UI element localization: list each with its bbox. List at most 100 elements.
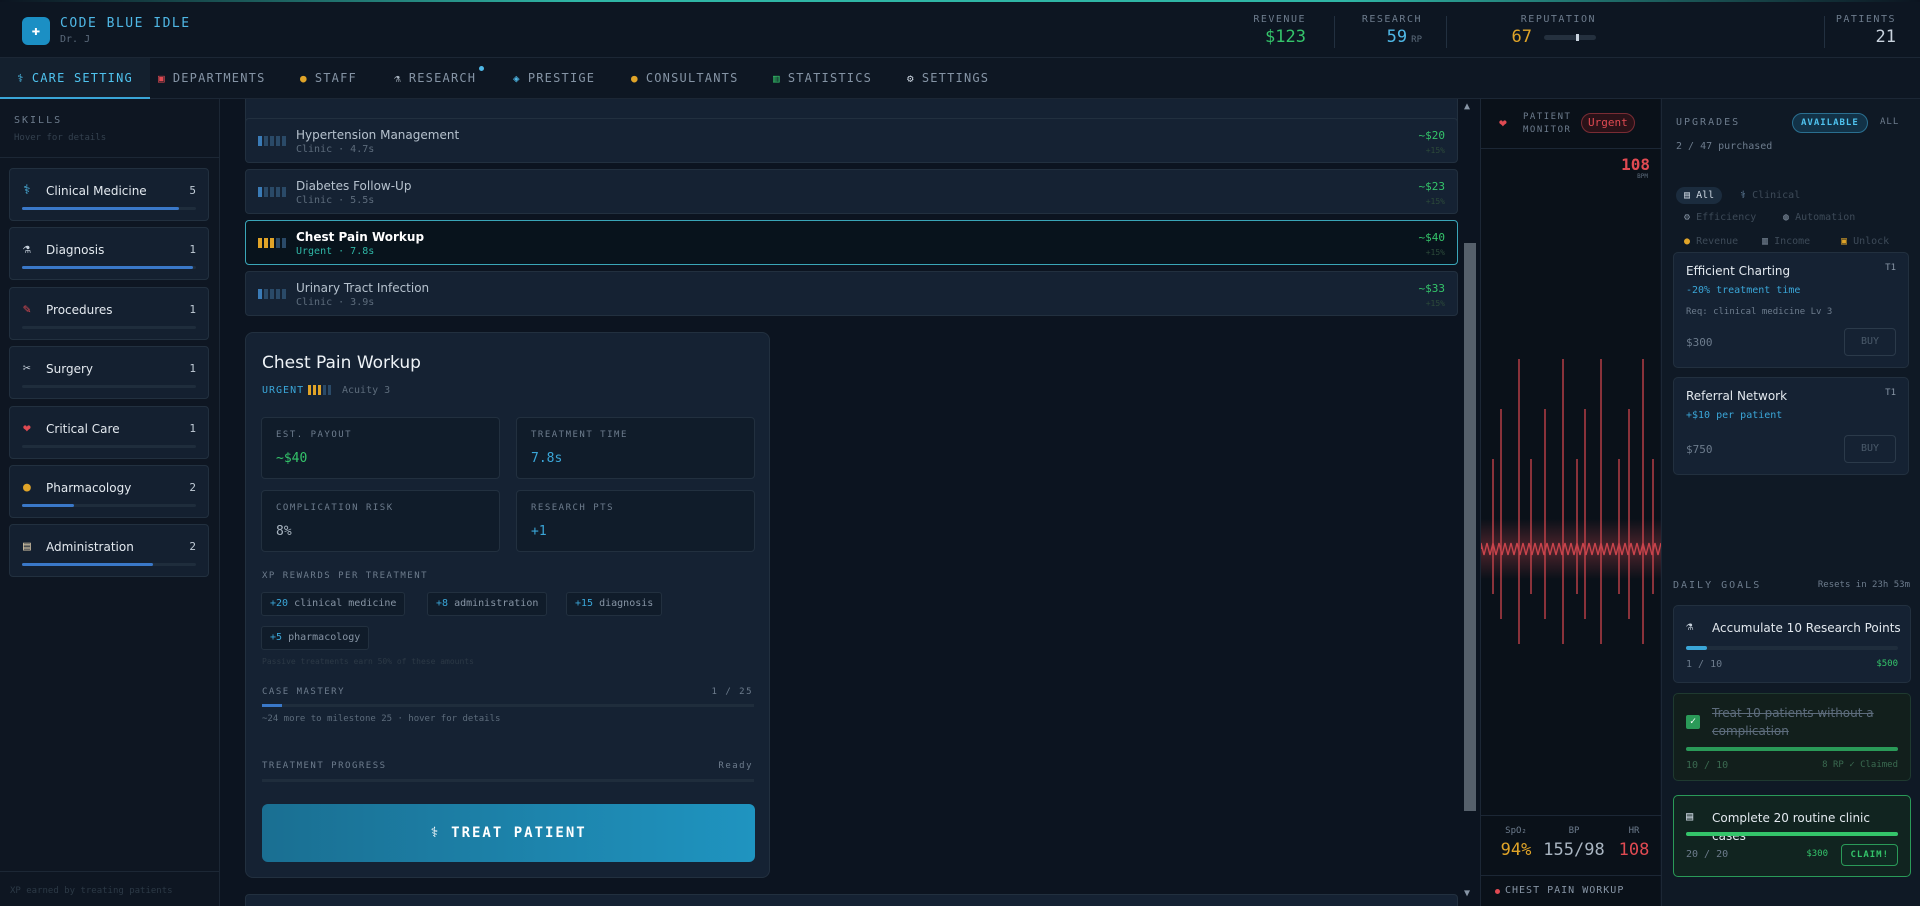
treat-patient-button[interactable]: ⚕ TREAT PATIENT (262, 804, 755, 862)
xp-amount: +20 (270, 598, 289, 609)
acuity-bars (258, 136, 286, 146)
case-meta: Clinic · 4.7s (296, 144, 375, 155)
category-label: Clinical (1752, 190, 1801, 201)
upgrade-card: Efficient Charting T1 -20% treatment tim… (1673, 252, 1909, 368)
player-name: Dr. J (60, 34, 91, 45)
skill-name: Clinical Medicine (46, 184, 147, 198)
category-income[interactable]: ▥ Income (1762, 236, 1810, 247)
skill-card[interactable]: ❤ Critical Care 1 (9, 405, 209, 459)
urgency-tag: URGENT (262, 385, 305, 396)
xp-amount: +8 (436, 598, 449, 609)
research-stat: RESEARCH 59 RP (1362, 14, 1422, 47)
tab-departments[interactable]: ▣ DEPARTMENTS (158, 58, 266, 99)
tab-prestige[interactable]: ◈ PRESTIGE (513, 58, 595, 99)
mastery-label: CASE MASTERY (262, 687, 346, 697)
case-row[interactable]: Diabetes Follow-Up Clinic · 5.5s ~$23 +15% (245, 169, 1458, 214)
case-row[interactable]: Urinary Tract Infection Clinic · 3.9s ~$33… (245, 271, 1458, 316)
tab-label: SETTINGS (921, 71, 990, 85)
detail-title: Chest Pain Workup (262, 353, 421, 373)
passive-hint: Passive treatments earn 50% of these amo… (262, 657, 474, 666)
bp-vital: BP 155/98 (1537, 826, 1611, 860)
tab-settings[interactable]: ⚙ SETTINGS (907, 58, 989, 99)
skill-level: 1 (189, 362, 196, 376)
reputation-value: 67 (1511, 27, 1532, 47)
skill-xp-fill (22, 207, 179, 210)
treatment-progress-status: Ready (718, 761, 753, 771)
monitor-header: ❤ PATIENT MONITOR Urgent (1481, 99, 1661, 149)
goal-card-claimable: ▤ Complete 20 routine clinic cases 20 / … (1673, 795, 1911, 877)
mastery-bar-fill (262, 704, 282, 707)
revenue-stat: REVENUE $123 (1253, 14, 1306, 47)
skill-card[interactable]: ▤ Administration 2 (9, 524, 209, 578)
xp-amount: +5 (270, 632, 283, 643)
category-all[interactable]: ▤ All (1676, 187, 1723, 204)
xp-chip: +15 diagnosis (566, 592, 663, 616)
patients-value: 21 (1875, 27, 1896, 47)
category-clinical[interactable]: ⚕ Clinical (1740, 190, 1800, 201)
category-unlock[interactable]: ▣ Unlock (1841, 236, 1889, 247)
goal-card: ⚗ Accumulate 10 Research Points 1 / 10 $… (1673, 605, 1911, 683)
acuity-bars (258, 289, 286, 299)
money-bag-icon: ● (1684, 236, 1691, 247)
case-row[interactable]: Hypertension Management Clinic · 4.7s ~$20… (245, 118, 1458, 163)
vitals-row: SpO₂ 94% BP 155/98 HR 108 (1481, 815, 1661, 871)
goal-reward: 8 RP ✓ Claimed (1822, 760, 1898, 770)
tab-statistics[interactable]: ▥ STATISTICS (773, 58, 872, 99)
bpm-unit: BPM (1637, 173, 1648, 180)
tab-care-setting[interactable]: ⚕ CARE SETTING (0, 58, 150, 99)
category-revenue[interactable]: ● Revenue (1684, 236, 1738, 247)
category-automation[interactable]: ◍ Automation (1783, 212, 1855, 223)
buy-button[interactable]: BUY (1844, 435, 1896, 463)
chart-icon: ▥ (773, 72, 781, 85)
heart-icon: ❤ (1499, 116, 1507, 131)
ecg-waveform (1481, 359, 1661, 644)
claim-button[interactable]: CLAIM! (1841, 844, 1898, 866)
scrollbar-thumb[interactable] (1464, 243, 1476, 811)
scroll-up-icon[interactable]: ▲ (1464, 101, 1470, 112)
category-efficiency[interactable]: ⚙ Efficiency (1684, 212, 1756, 223)
tab-staff[interactable]: ● STAFF (300, 58, 357, 99)
goal-card-completed: ✓ Treat 10 patients without a complicati… (1673, 693, 1911, 781)
xp-amount: +15 (575, 598, 594, 609)
goal-reward: $500 (1876, 659, 1898, 669)
stat-divider (1824, 16, 1825, 48)
research-pts-label: RESEARCH PTS (531, 503, 615, 513)
upgrade-effect: -20% treatment time (1686, 285, 1801, 296)
goal-progress-fill (1686, 747, 1898, 751)
skill-card[interactable]: ⚗ Diagnosis 1 (9, 227, 209, 281)
skill-name: Surgery (46, 362, 93, 377)
skill-xp-bar (22, 444, 196, 448)
tab-label: CONSULTANTS (645, 71, 739, 85)
scrollbar[interactable]: ▲ ▼ (1461, 99, 1477, 906)
mastery-value: 1 / 25 (711, 687, 753, 697)
skill-xp-fill (22, 563, 153, 567)
skill-card[interactable]: ✂ Surgery 1 (9, 346, 209, 400)
scroll-down-icon[interactable]: ▼ (1464, 888, 1470, 899)
skill-card[interactable]: ● Pharmacology 2 (9, 465, 209, 518)
buy-button[interactable]: BUY (1844, 328, 1896, 356)
upgrade-name: Referral Network (1686, 389, 1788, 403)
syringe-icon: ✎ (23, 301, 31, 317)
xp-skill: pharmacology (288, 632, 361, 643)
bp-value: 155/98 (1543, 840, 1605, 860)
skill-card[interactable]: ✎ Procedures 1 (9, 286, 209, 340)
tab-research[interactable]: ⚗ RESEARCH (394, 58, 485, 99)
hr-value: 108 (1618, 840, 1650, 860)
filter-available-button[interactable]: AVAILABLE (1792, 113, 1868, 133)
filter-all-button[interactable]: ALL (1880, 117, 1899, 127)
tab-consultants[interactable]: ● CONSULTANTS (631, 58, 739, 99)
lock-icon: ▣ (1841, 236, 1848, 247)
skill-name: Diagnosis (46, 243, 105, 258)
status-dot (1495, 889, 1500, 894)
spo2-value: 94% (1500, 840, 1532, 860)
reputation-label: REPUTATION (1520, 14, 1596, 25)
skill-card[interactable]: ⚕ Clinical Medicine 5 (9, 168, 209, 221)
mastery-hint[interactable]: ~24 more to milestone 25 · hover for det… (262, 714, 500, 724)
stethoscope-icon: ⚕ (23, 183, 31, 198)
skill-xp-bar (22, 266, 196, 270)
skill-xp-bar (22, 325, 196, 329)
monitor-case: CHEST PAIN WORKUP (1481, 875, 1661, 906)
next-card-partial (245, 894, 1458, 906)
case-row[interactable]: Chest Pain Workup Urgent · 7.8s ~$40 +15% (245, 220, 1458, 265)
case-payout: ~$40 (1418, 231, 1446, 244)
